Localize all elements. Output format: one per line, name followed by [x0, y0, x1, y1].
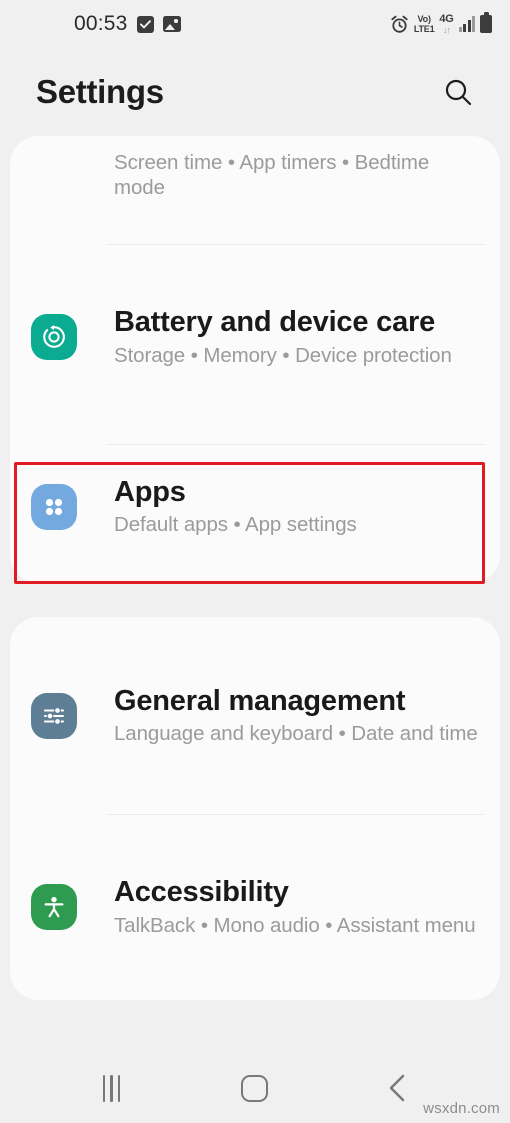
- search-icon[interactable]: [438, 72, 478, 112]
- site-watermark: wsxdn.com: [423, 1100, 500, 1117]
- 4g-icon: 4G ↓↑: [439, 12, 454, 35]
- signal-icon: [458, 16, 475, 32]
- battery-care-icon: [31, 314, 77, 360]
- battery-care-title: Battery and device care: [114, 306, 436, 339]
- list-item-digital-wellbeing[interactable]: Screen time • App timers • Bedtime mode: [10, 136, 500, 240]
- home-icon[interactable]: [219, 1062, 291, 1114]
- apps-title: Apps: [114, 475, 186, 508]
- battery-care-subtitle: Storage • Memory • Device protection: [114, 343, 452, 367]
- list-item-general-management[interactable]: General management Language and keyboard…: [10, 617, 500, 814]
- accessibility-person-icon: [31, 884, 77, 930]
- settings-card-one: Screen time • App timers • Bedtime mode: [10, 136, 500, 583]
- volte-icon: Vo) LTE1: [413, 13, 435, 34]
- status-bar-left: 00:53: [0, 12, 181, 36]
- accessibility-icon-slot: [28, 881, 80, 933]
- volte-line-2: LTE1: [413, 23, 435, 34]
- apps-icon-slot: [28, 481, 80, 533]
- status-bar-right: Vo) LTE1 4G ↓↑: [390, 12, 492, 35]
- battery-care-icon-slot: [28, 311, 80, 363]
- phone-screen: 00:53 Vo) LTE1 4G ↓↑ Settings Screen tim…: [0, 0, 510, 1123]
- apps-subtitle: Default apps • App settings: [114, 513, 357, 537]
- recents-icon[interactable]: [76, 1062, 148, 1114]
- list-item-apps[interactable]: Apps Default apps • App settings: [10, 434, 500, 579]
- data-arrows-icon: ↓↑: [442, 24, 451, 35]
- accessibility-text: Accessibility TalkBack • Mono audio • As…: [80, 876, 476, 938]
- digital-wellbeing-subtitle: Screen time • App timers • Bedtime mode: [114, 151, 430, 199]
- settings-list[interactable]: Screen time • App timers • Bedtime mode: [0, 136, 510, 1020]
- general-management-subtitle: Language and keyboard • Date and time: [114, 722, 478, 746]
- page-title: Settings: [36, 73, 164, 110]
- list-item-accessibility[interactable]: Accessibility TalkBack • Mono audio • As…: [10, 814, 500, 1000]
- sliders-icon: [31, 692, 77, 739]
- digital-wellbeing-icon-slot: [28, 142, 80, 194]
- list-item-battery-and-device-care[interactable]: Battery and device care Storage • Memory…: [10, 240, 500, 434]
- volte-line-1: Vo): [417, 13, 431, 24]
- general-management-icon-slot: [28, 690, 80, 742]
- network-type-label: 4G: [439, 12, 454, 25]
- apps-text: Apps Default apps • App settings: [80, 476, 357, 538]
- checkbox-icon: [136, 15, 154, 33]
- settings-card-two: General management Language and keyboard…: [10, 617, 500, 1000]
- apps-grid-icon: [31, 483, 77, 530]
- general-management-text: General management Language and keyboard…: [80, 685, 478, 747]
- accessibility-subtitle: TalkBack • Mono audio • Assistant menu: [114, 913, 476, 937]
- app-header: Settings: [0, 48, 510, 136]
- digital-wellbeing-text: Screen time • App timers • Bedtime mode: [80, 142, 484, 200]
- general-management-title: General management: [114, 684, 406, 717]
- accessibility-title: Accessibility: [114, 876, 289, 909]
- status-bar: 00:53 Vo) LTE1 4G ↓↑: [0, 0, 510, 48]
- photo-icon: [162, 16, 181, 32]
- alarm-icon: [390, 15, 409, 34]
- battery-care-text: Battery and device care Storage • Memory…: [80, 306, 452, 368]
- battery-icon: [480, 12, 492, 33]
- status-clock: 00:53: [74, 12, 128, 35]
